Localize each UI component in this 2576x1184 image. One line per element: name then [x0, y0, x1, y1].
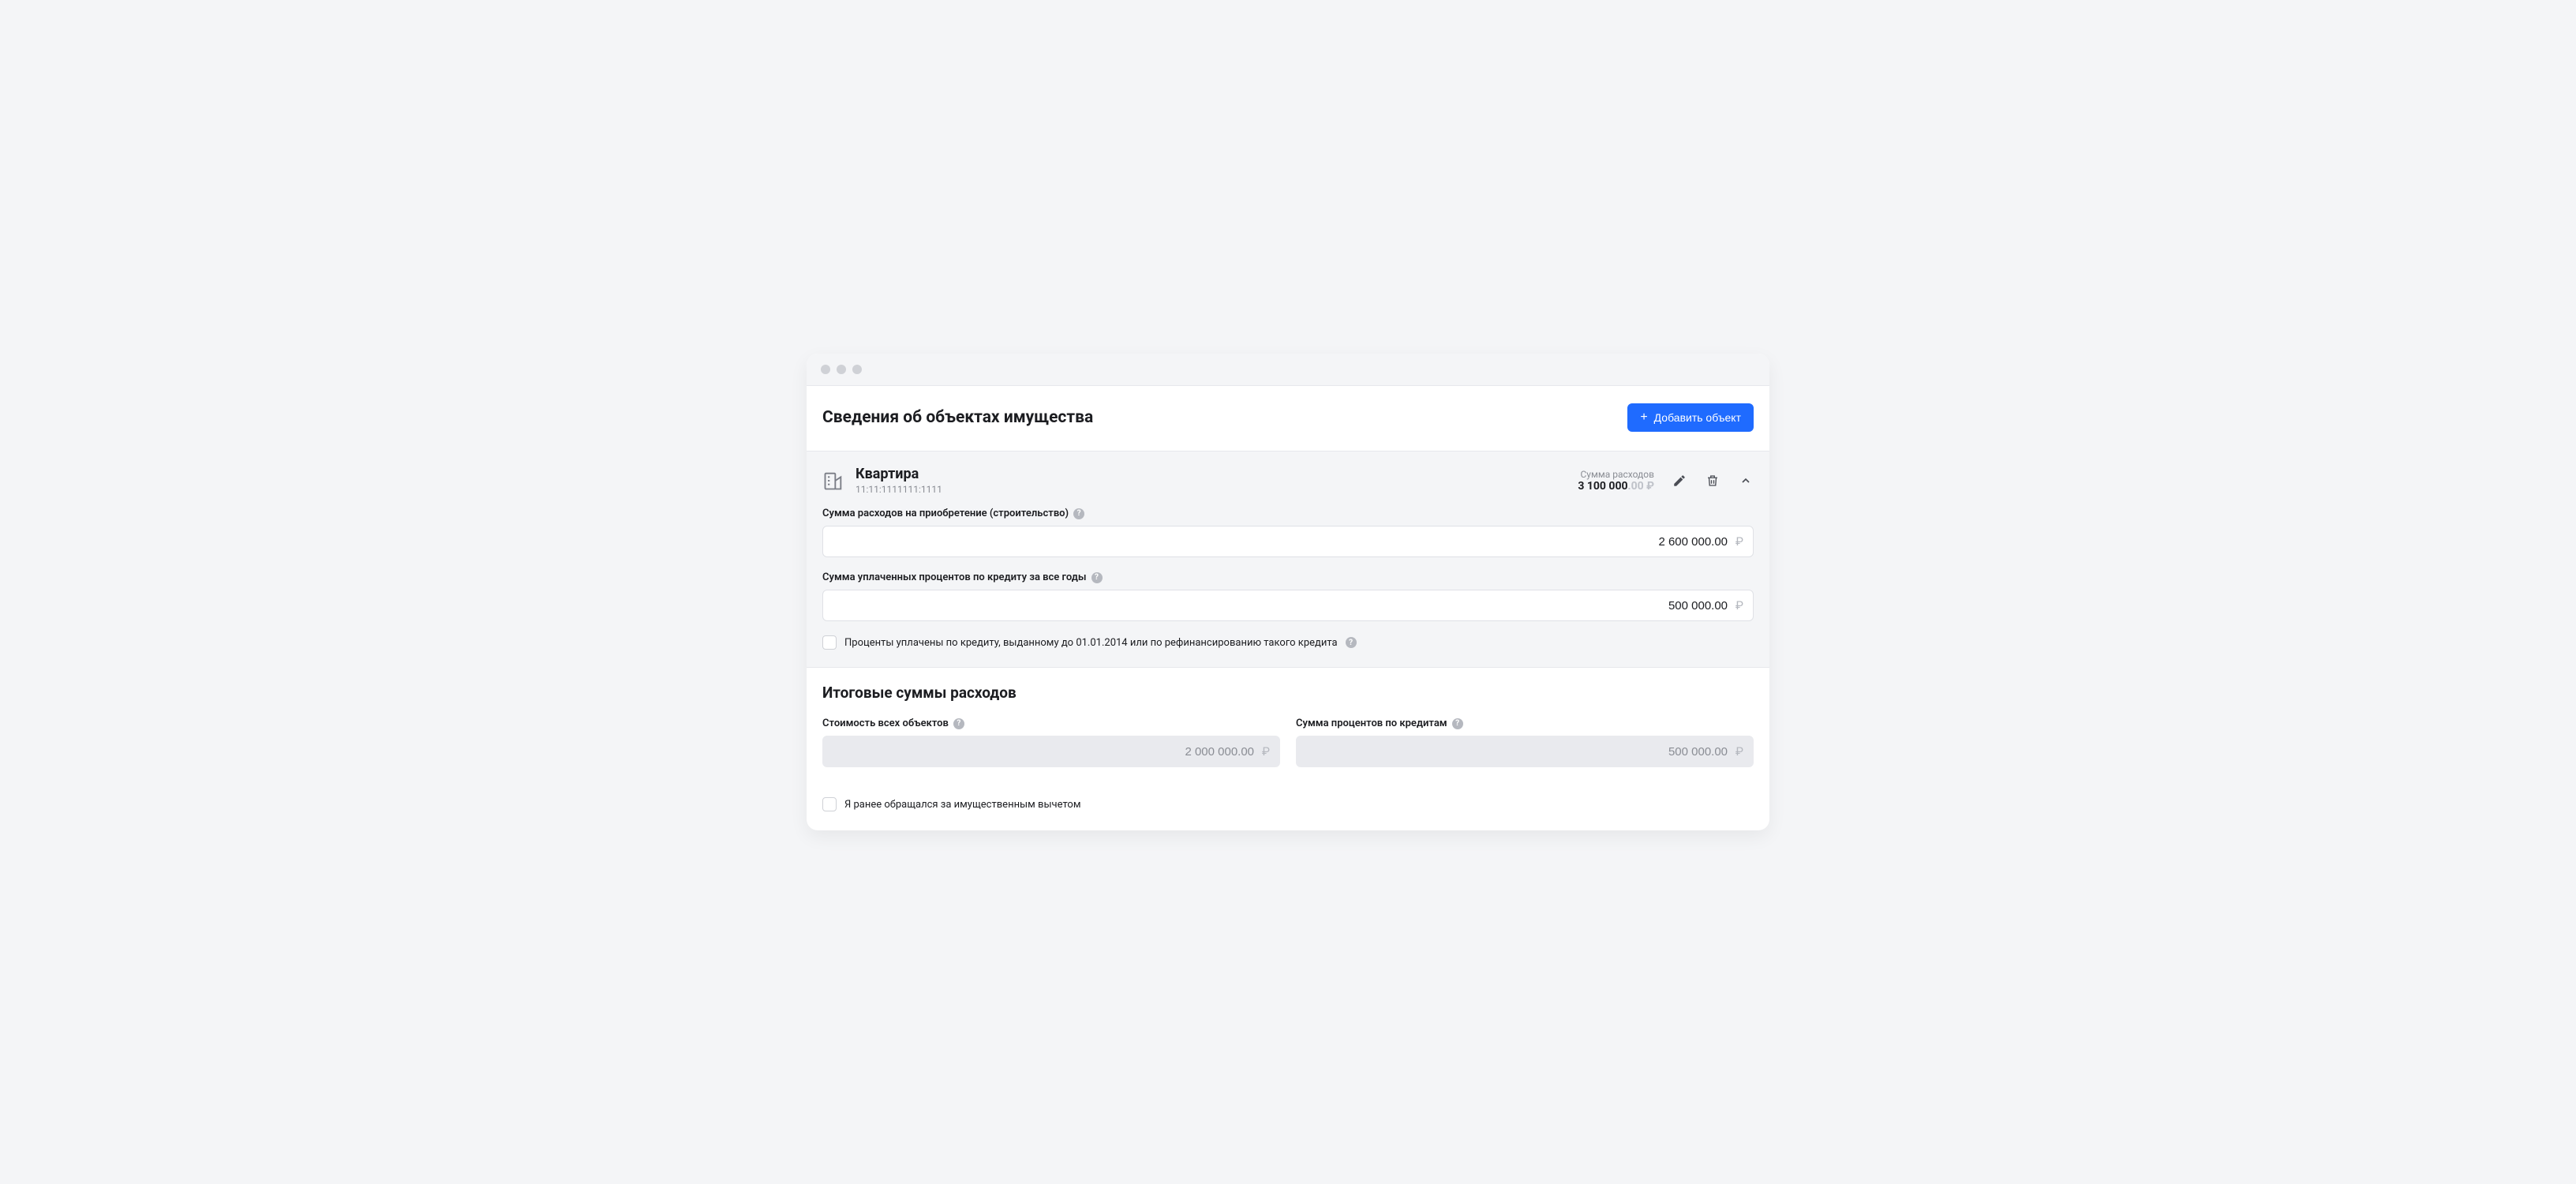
card-title-block: Квартира 11:11:1111111:1111 [856, 466, 942, 495]
total-objects-input [833, 745, 1254, 759]
prior-deduction-row: Я ранее обращался за имущественным вычет… [822, 797, 1754, 811]
totals-grid: Стоимость всех объектов ? ₽ Сумма процен… [822, 718, 1754, 781]
help-icon[interactable]: ? [1073, 508, 1084, 519]
total-objects-cost: Стоимость всех объектов ? ₽ [822, 718, 1280, 781]
window-control-maximize[interactable] [852, 365, 862, 374]
ruble-icon: ₽ [1735, 598, 1743, 613]
ruble-icon: ₽ [1262, 744, 1270, 759]
ruble-icon: ₽ [1735, 744, 1743, 759]
prior-deduction-checkbox[interactable] [822, 797, 837, 811]
expense-summary: Сумма расходов 3 100 000.00 ₽ [1578, 469, 1654, 493]
total-interest-input [1306, 745, 1728, 759]
help-icon[interactable]: ? [1346, 637, 1357, 648]
page-title: Сведения об объектах имущества [822, 408, 1093, 427]
section-header: Сведения об объектах имущества + Добавит… [807, 386, 1769, 451]
acquisition-cost-label: Сумма расходов на приобретение (строител… [822, 508, 1754, 519]
help-icon[interactable]: ? [953, 718, 964, 729]
window-control-close[interactable] [821, 365, 830, 374]
totals-title: Итоговые суммы расходов [822, 684, 1754, 702]
help-icon[interactable]: ? [1091, 572, 1103, 583]
trash-icon [1705, 473, 1720, 489]
total-credit-interest: Сумма процентов по кредитам ? ₽ [1296, 718, 1754, 781]
acquisition-cost-field[interactable]: ₽ [822, 526, 1754, 557]
expense-summary-value: 3 100 000.00 ₽ [1578, 480, 1654, 493]
totals-section: Итоговые суммы расходов Стоимость всех о… [807, 667, 1769, 830]
app-window: Сведения об объектах имущества + Добавит… [807, 354, 1769, 830]
add-object-button[interactable]: + Добавить объект [1627, 403, 1754, 432]
window-control-minimize[interactable] [837, 365, 846, 374]
property-card: Квартира 11:11:1111111:1111 Сумма расход… [807, 451, 1769, 667]
card-header-actions: Сумма расходов 3 100 000.00 ₽ [1578, 469, 1754, 493]
card-header: Квартира 11:11:1111111:1111 Сумма расход… [822, 466, 1754, 495]
interest-paid-label: Сумма уплаченных процентов по кредиту за… [822, 571, 1754, 583]
building-icon [822, 470, 844, 492]
help-icon[interactable]: ? [1452, 718, 1463, 729]
cadastral-number: 11:11:1111111:1111 [856, 484, 942, 495]
delete-button[interactable] [1705, 473, 1720, 489]
pre-2014-label: Проценты уплачены по кредиту, выданному … [844, 637, 1338, 649]
property-type: Квартира [856, 466, 942, 482]
edit-button[interactable] [1672, 473, 1687, 489]
total-interest-field: ₽ [1296, 736, 1754, 767]
expense-summary-label: Сумма расходов [1578, 469, 1654, 480]
chevron-up-icon [1739, 474, 1752, 487]
window-titlebar [807, 354, 1769, 386]
prior-deduction-label: Я ранее обращался за имущественным вычет… [844, 799, 1080, 811]
ruble-icon: ₽ [1735, 534, 1743, 549]
pencil-icon [1672, 474, 1687, 488]
acquisition-cost-input[interactable] [833, 535, 1728, 549]
total-objects-label: Стоимость всех объектов ? [822, 718, 1280, 729]
plus-icon: + [1640, 411, 1647, 424]
interest-paid-input[interactable] [833, 599, 1728, 613]
collapse-toggle[interactable] [1738, 473, 1754, 489]
add-object-label: Добавить объект [1654, 411, 1741, 424]
total-interest-label: Сумма процентов по кредитам ? [1296, 718, 1754, 729]
interest-paid-field[interactable]: ₽ [822, 590, 1754, 621]
total-objects-field: ₽ [822, 736, 1280, 767]
pre-2014-checkbox[interactable] [822, 635, 837, 650]
pre-2014-checkbox-row: Проценты уплачены по кредиту, выданному … [822, 635, 1754, 650]
